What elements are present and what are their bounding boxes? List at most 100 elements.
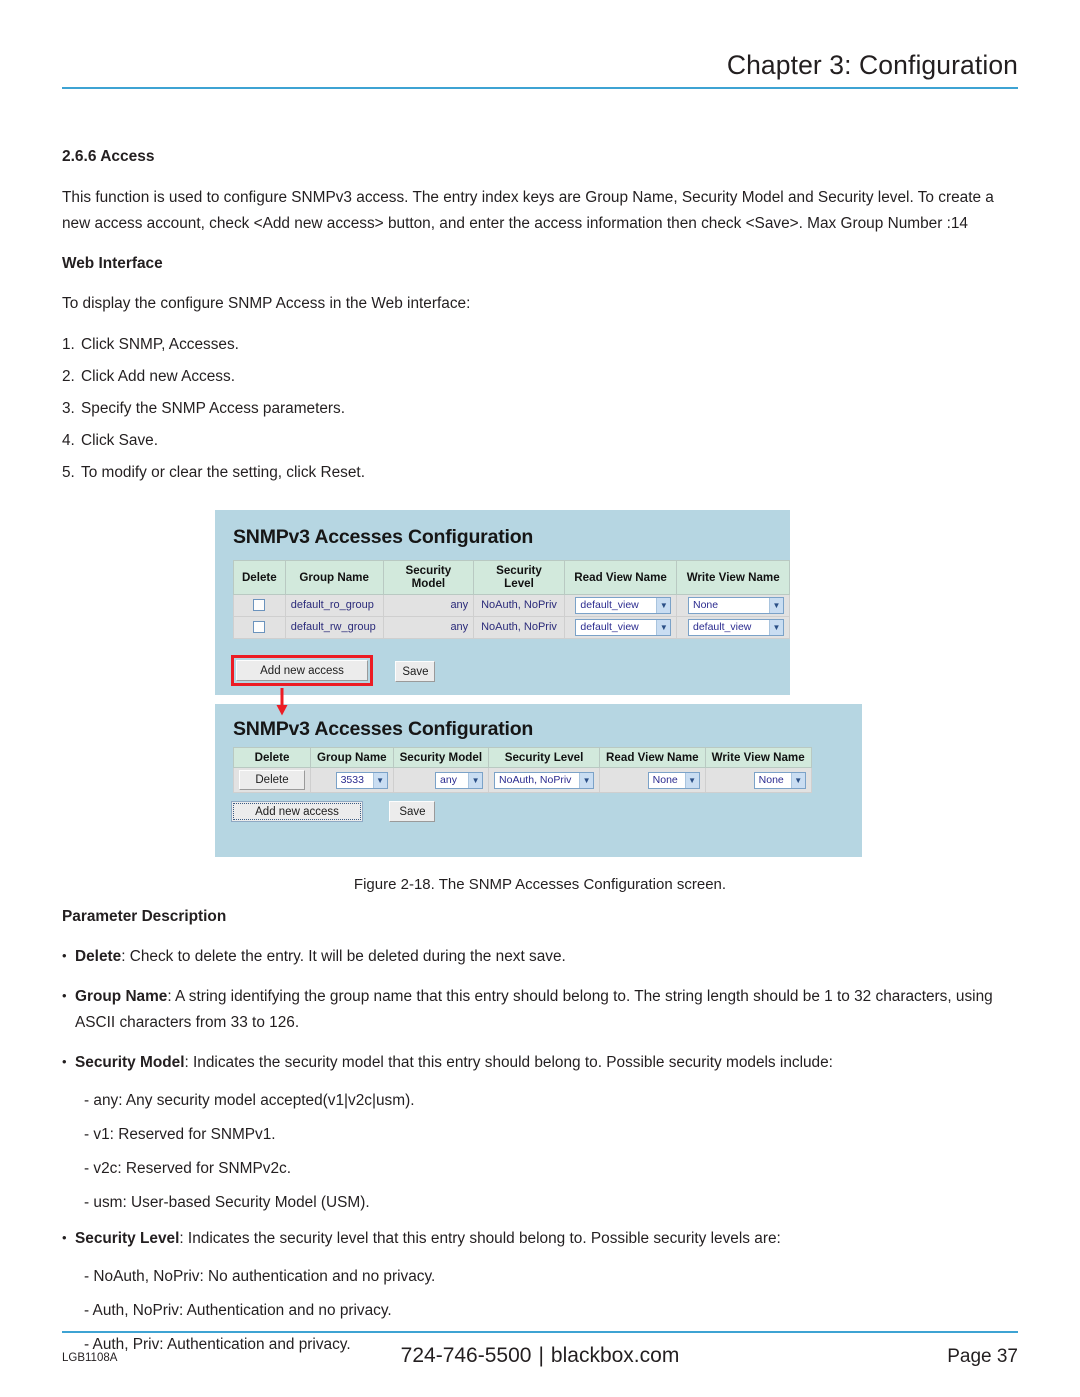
group-name-select[interactable]: 3533 ▼ bbox=[335, 771, 388, 789]
list-item: 2. Click Add new Access. bbox=[62, 366, 1018, 388]
read-view-name-select[interactable]: default_view ▼ bbox=[575, 618, 672, 636]
page-header: Chapter 3: Configuration bbox=[62, 50, 1018, 89]
write-view-name-select[interactable]: None ▼ bbox=[753, 771, 806, 789]
read-view-name-cell[interactable]: default_view ▼ bbox=[563, 593, 678, 617]
chapter-title: Chapter 3: Configuration bbox=[726, 50, 1018, 80]
step-text: Click Save. bbox=[81, 432, 158, 450]
write-view-name-cell[interactable]: None ▼ bbox=[704, 767, 812, 794]
select-value: any bbox=[440, 773, 457, 786]
select-value: default_view bbox=[580, 598, 639, 611]
parameter-description-section: Parameter Description Delete: Check to d… bbox=[62, 908, 1022, 1368]
annotation-highlight-box: Add new access bbox=[231, 655, 373, 686]
delete-checkbox[interactable] bbox=[253, 599, 266, 612]
accesses-table-wrap: Delete Group Name Security Model Securit… bbox=[233, 560, 790, 639]
step-number: 3. bbox=[62, 400, 75, 418]
parameter-item: Delete: Check to delete the entry. It wi… bbox=[62, 943, 1022, 970]
chevron-down-icon: ▼ bbox=[656, 619, 671, 635]
security-level-cell: NoAuth, NoPriv bbox=[473, 593, 565, 617]
select-value: default_view bbox=[580, 620, 639, 633]
save-button[interactable]: Save bbox=[389, 801, 436, 822]
read-view-name-cell[interactable]: None ▼ bbox=[599, 767, 706, 794]
column-header-read-view-name: Read View Name bbox=[599, 746, 706, 769]
parameter-text: : A string identifying the group name th… bbox=[75, 988, 993, 1031]
parameter-term: Group Name bbox=[75, 988, 168, 1005]
header-divider bbox=[62, 86, 1018, 89]
panel-title: SNMPv3 Accesses Configuration bbox=[233, 526, 534, 548]
parameter-text: : Indicates the security model that this… bbox=[184, 1054, 833, 1071]
column-header-write-view-name: Write View Name bbox=[704, 746, 812, 769]
page-footer: LGB1108A 724-746-5500 | blackbox.com Page … bbox=[62, 1344, 1018, 1384]
security-model-cell: any bbox=[382, 615, 475, 639]
select-value: default_view bbox=[693, 620, 752, 633]
chevron-down-icon: ▼ bbox=[579, 772, 594, 788]
step-number: 2. bbox=[62, 368, 75, 386]
new-access-table: Delete Group Name Security Model Securit… bbox=[233, 746, 812, 794]
step-number: 5. bbox=[62, 464, 75, 482]
delete-checkbox-cell[interactable] bbox=[233, 593, 286, 617]
select-value: 3533 bbox=[340, 773, 364, 786]
group-name-cell: default_rw_group bbox=[284, 615, 384, 639]
group-name-cell[interactable]: 3533 ▼ bbox=[310, 767, 394, 794]
column-header-delete: Delete bbox=[233, 560, 286, 595]
table-row: default_rw_group any NoAuth, NoPriv defa… bbox=[233, 615, 790, 639]
add-new-access-button[interactable]: Add new access bbox=[231, 801, 363, 822]
step-text: Click Add new Access. bbox=[81, 368, 235, 386]
security-model-cell[interactable]: any ▼ bbox=[392, 767, 490, 794]
figure-screenshot: SNMPv3 Accesses Configuration Delete Gro… bbox=[215, 510, 862, 857]
delete-cell[interactable]: Delete bbox=[233, 767, 311, 794]
column-header-security-model: Security Model bbox=[382, 560, 475, 595]
add-new-access-button[interactable]: Add new access bbox=[236, 660, 368, 681]
read-view-name-cell[interactable]: default_view ▼ bbox=[563, 615, 678, 639]
footer-contact: 724-746-5500 | blackbox.com bbox=[62, 1344, 1018, 1368]
document-page: Chapter 3: Configuration 2.6.6 Access Th… bbox=[0, 0, 1080, 1397]
panel2-button-row: Add new access Save bbox=[231, 801, 436, 822]
figure-caption: Figure 2-18. The SNMP Accesses Configura… bbox=[353, 876, 727, 893]
write-view-name-cell[interactable]: None ▼ bbox=[676, 593, 790, 617]
table-header-row: Delete Group Name Security Model Securit… bbox=[233, 560, 790, 595]
column-header-security-level: Security Level bbox=[488, 746, 601, 769]
security-level-cell[interactable]: NoAuth, NoPriv ▼ bbox=[488, 767, 601, 794]
chevron-down-icon: ▼ bbox=[684, 772, 699, 788]
parameter-text: : Check to delete the entry. It will be … bbox=[121, 948, 566, 965]
security-model-select[interactable]: any ▼ bbox=[435, 771, 484, 789]
step-text: Specify the SNMP Access parameters. bbox=[81, 400, 346, 418]
parameter-sub-item: - NoAuth, NoPriv: No authentication and … bbox=[84, 1268, 436, 1285]
chevron-down-icon: ▼ bbox=[769, 619, 783, 635]
parameter-term: Security Level bbox=[75, 1230, 180, 1247]
table-row: default_ro_group any NoAuth, NoPriv defa… bbox=[233, 593, 790, 617]
chevron-down-icon: ▼ bbox=[468, 772, 483, 788]
web-interface-heading: Web Interface bbox=[62, 254, 163, 272]
footer-separator: | bbox=[538, 1344, 544, 1367]
parameter-item: Group Name: A string identifying the gro… bbox=[62, 983, 1022, 1036]
select-value: NoAuth, NoPriv bbox=[499, 773, 572, 786]
security-model-cell: any bbox=[382, 593, 475, 617]
parameter-item: Security Level: Indicates the security l… bbox=[62, 1225, 1022, 1252]
write-view-name-select[interactable]: default_view ▼ bbox=[688, 618, 784, 636]
panel-title: SNMPv3 Accesses Configuration bbox=[233, 718, 534, 740]
save-button[interactable]: Save bbox=[395, 661, 436, 683]
footer-divider bbox=[62, 1331, 1018, 1333]
read-view-name-select[interactable]: None ▼ bbox=[647, 771, 700, 789]
table-row: Delete 3533 ▼ any ▼ NoAuth, NoPriv ▼ Non… bbox=[233, 767, 812, 794]
page-content: 2.6.6 Access This function is used to co… bbox=[62, 148, 1018, 494]
select-value: None bbox=[693, 598, 719, 611]
parameter-description-heading: Parameter Description bbox=[62, 908, 227, 925]
column-header-security-level: Security Level bbox=[473, 560, 565, 595]
parameter-term: Security Model bbox=[75, 1054, 185, 1071]
security-level-cell: NoAuth, NoPriv bbox=[473, 615, 565, 639]
parameter-sub-item: - any: Any security model accepted(v1|v2… bbox=[84, 1092, 415, 1109]
web-interface-intro: To display the configure SNMP Access in … bbox=[62, 294, 471, 312]
write-view-name-select[interactable]: None ▼ bbox=[688, 596, 784, 614]
new-access-table-wrap: Delete Group Name Security Model Securit… bbox=[233, 746, 812, 794]
section-heading: 2.6.6 Access bbox=[62, 148, 155, 165]
snmp-accesses-panel-list: SNMPv3 Accesses Configuration Delete Gro… bbox=[215, 510, 790, 716]
write-view-name-cell[interactable]: default_view ▼ bbox=[676, 615, 790, 639]
delete-checkbox-cell[interactable] bbox=[233, 615, 286, 639]
delete-checkbox[interactable] bbox=[253, 621, 266, 634]
delete-button[interactable]: Delete bbox=[239, 770, 305, 791]
security-level-select[interactable]: NoAuth, NoPriv ▼ bbox=[494, 771, 595, 789]
read-view-name-select[interactable]: default_view ▼ bbox=[575, 596, 672, 614]
steps-list: 1. Click SNMP, Accesses. 2. Click Add new … bbox=[62, 334, 1018, 484]
parameter-term: Delete bbox=[75, 948, 122, 965]
column-header-group-name: Group Name bbox=[310, 746, 394, 769]
